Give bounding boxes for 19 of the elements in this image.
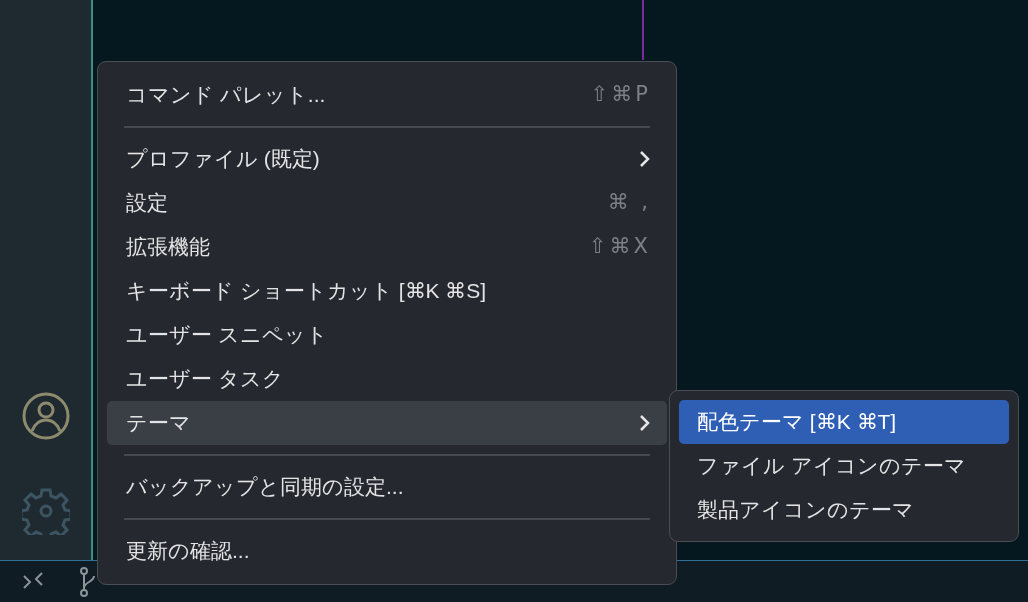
menu-item[interactable]: キーボード ショートカット [⌘K ⌘S] [107,269,667,313]
keyboard-shortcut: ⌘ , [607,189,651,217]
menu-item[interactable]: 拡張機能 ⇧⌘X [107,225,667,269]
menu-item[interactable]: ユーザー タスク [107,357,667,401]
chevron-right-icon [639,414,651,432]
chevron-right-icon [639,150,651,168]
menu-item[interactable]: 設定 ⌘ , [107,181,667,225]
menu-item[interactable]: コマンド パレット... ⇧⌘P [107,73,667,117]
menu-item[interactable]: 配色テーマ [⌘K ⌘T] [679,400,1009,444]
keyboard-shortcut: ⇧⌘X [589,233,651,261]
menu-item[interactable]: テーマ [107,401,667,445]
menu-item[interactable]: ファイル アイコンのテーマ [679,444,1009,488]
menu-item[interactable]: ユーザー スニペット [107,313,667,357]
menu-item[interactable]: プロファイル (既定) [107,137,667,181]
menu-item[interactable]: 製品アイコンのテーマ [679,488,1009,532]
menu-item[interactable]: 更新の確認... [107,529,667,573]
menu-item[interactable]: バックアップと同期の設定... [107,465,667,509]
account-icon[interactable] [22,392,70,440]
keyboard-shortcut: ⇧⌘P [590,81,651,109]
